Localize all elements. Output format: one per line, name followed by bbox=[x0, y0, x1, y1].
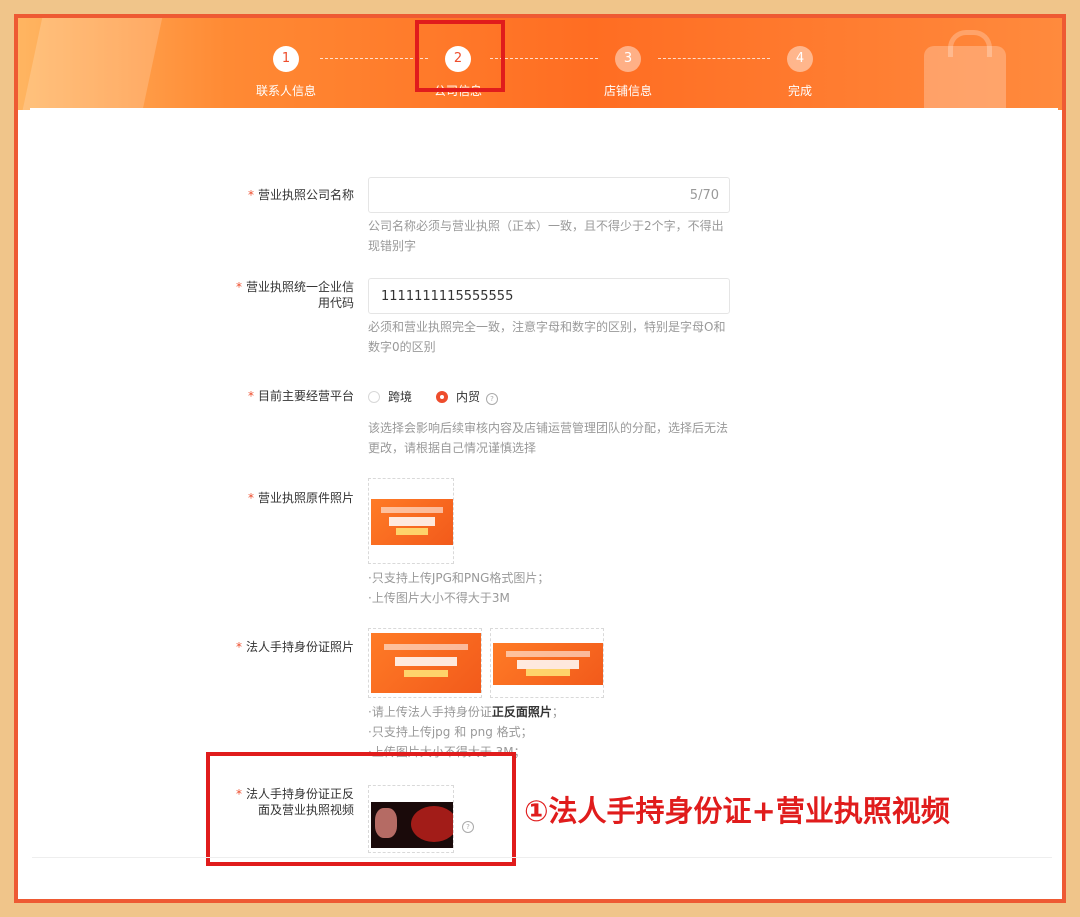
step-complete[interactable]: 4 完成 bbox=[755, 46, 845, 99]
license-photo-thumbnail[interactable] bbox=[371, 499, 453, 545]
step-label: 店铺信息 bbox=[603, 84, 652, 98]
step-shop-info[interactable]: 3 店铺信息 bbox=[583, 46, 673, 99]
step-connector bbox=[658, 58, 770, 59]
platform-help: 该选择会影响后续审核内容及店铺运营管理团队的分配，选择后无法更改，请根据自己情况… bbox=[368, 421, 729, 455]
banner-decoration bbox=[21, 18, 163, 114]
radio-domestic[interactable]: 内贸? bbox=[436, 388, 499, 405]
current-step-highlight bbox=[415, 20, 505, 92]
radio-cross-border[interactable]: 跨境 bbox=[368, 388, 412, 405]
step-number: 4 bbox=[787, 46, 813, 72]
license-photo-help-1: ·只支持上传JPG和PNG格式图片； bbox=[368, 571, 550, 585]
company-name-help: 公司名称必须与营业执照（正本）一致，且不得少于2个字，不得出现错别字 bbox=[368, 219, 724, 253]
step-connector bbox=[320, 58, 428, 59]
id-photo-front-thumbnail[interactable] bbox=[371, 633, 481, 693]
required-asterisk: * bbox=[247, 491, 254, 505]
video-row-highlight bbox=[206, 752, 516, 866]
license-photo-upload[interactable] bbox=[368, 478, 454, 564]
step-number: 3 bbox=[615, 46, 641, 72]
divider bbox=[32, 857, 1052, 858]
id-photo-back-upload[interactable] bbox=[490, 628, 604, 698]
id-photo-front-upload[interactable] bbox=[368, 628, 482, 698]
id-photo-label: * 法人手持身份证照片 bbox=[235, 640, 354, 654]
step-connector bbox=[490, 58, 598, 59]
radio-circle bbox=[368, 391, 380, 403]
credit-code-help: 必须和营业执照完全一致，注意字母和数字的区别，特别是字母O和数字0的区别 bbox=[368, 320, 726, 354]
credit-code-label: * 营业执照统一企业信用代码 bbox=[235, 280, 354, 310]
shopping-bag-handle-icon bbox=[948, 30, 992, 57]
radio-circle-selected bbox=[436, 391, 448, 403]
platform-label: * 目前主要经营平台 bbox=[247, 389, 354, 403]
step-number: 1 bbox=[273, 46, 299, 72]
company-name-label: * 营业执照公司名称 bbox=[247, 188, 354, 202]
required-asterisk: * bbox=[235, 640, 242, 654]
step-banner: 1 联系人信息 2 公司信息 3 店铺信息 4 完成 bbox=[18, 18, 1062, 118]
char-counter: 5/70 bbox=[689, 188, 719, 203]
annotation-text: ①法人手持身份证+营业执照视频 bbox=[524, 794, 950, 828]
license-photo-label: * 营业执照原件照片 bbox=[247, 491, 354, 505]
step-label: 联系人信息 bbox=[255, 84, 316, 98]
credit-code-input[interactable]: 1111111115555555 bbox=[368, 278, 730, 314]
required-asterisk: * bbox=[247, 188, 254, 202]
id-photo-help-1: ·请上传法人手持身份证正反面照片； bbox=[368, 705, 564, 719]
step-label: 完成 bbox=[787, 84, 812, 98]
license-photo-help-2: ·上传图片大小不得大于3M bbox=[368, 591, 510, 605]
question-icon[interactable]: ? bbox=[486, 393, 499, 405]
id-photo-back-thumbnail[interactable] bbox=[493, 643, 603, 685]
step-contact-info[interactable]: 1 联系人信息 bbox=[241, 46, 331, 99]
credit-code-value: 1111111115555555 bbox=[381, 289, 514, 304]
company-name-input[interactable]: 5/70 bbox=[368, 177, 730, 213]
required-asterisk: * bbox=[235, 280, 242, 294]
required-asterisk: * bbox=[247, 389, 254, 403]
id-photo-help-2: ·只支持上传jpg 和 png 格式； bbox=[368, 725, 533, 739]
